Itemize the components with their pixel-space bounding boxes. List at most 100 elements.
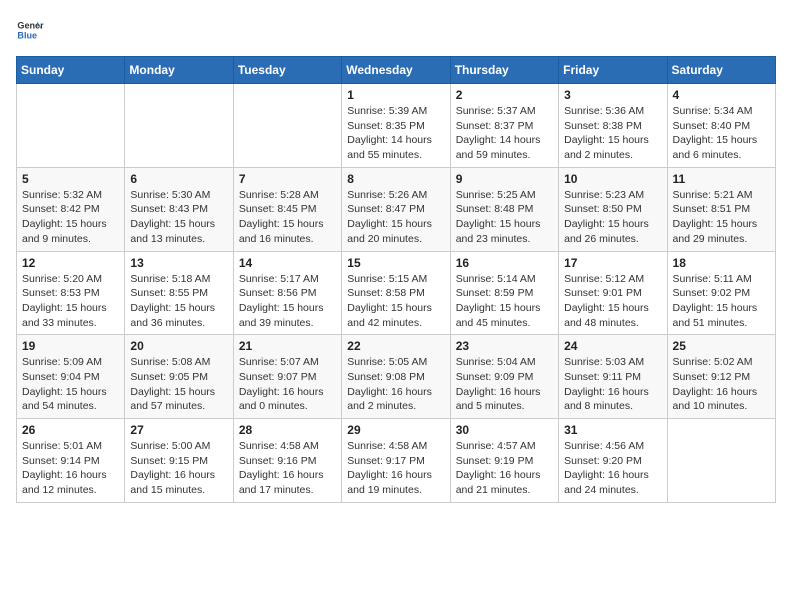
calendar-cell: 5Sunrise: 5:32 AM Sunset: 8:42 PM Daylig… [17,167,125,251]
day-info: Sunrise: 5:00 AM Sunset: 9:15 PM Dayligh… [130,439,227,498]
day-info: Sunrise: 4:57 AM Sunset: 9:19 PM Dayligh… [456,439,553,498]
calendar-week-row: 5Sunrise: 5:32 AM Sunset: 8:42 PM Daylig… [17,167,776,251]
calendar-cell: 23 Sunrise: 5:04 AM Sunset: 9:09 PM Dayli… [450,335,558,419]
day-number: 4 [673,88,770,102]
day-info: Sunrise: 5:17 AM Sunset: 8:56 PM Dayligh… [239,272,336,331]
day-of-week-header: Thursday [450,57,558,84]
svg-text:General: General [17,21,44,31]
calendar-cell: 4 Sunrise: 5:34 AM Sunset: 8:40 PM Daylig… [667,84,775,168]
day-number: 1 [347,88,444,102]
day-info: Sunrise: 5:09 AM Sunset: 9:04 PM Dayligh… [22,355,119,414]
calendar-week-row: 19 Sunrise: 5:09 AM Sunset: 9:04 PM Dayli… [17,335,776,419]
day-info: Sunrise: 5:08 AM Sunset: 9:05 PM Dayligh… [130,355,227,414]
day-info: Sunrise: 5:39 AM Sunset: 8:35 PM Dayligh… [347,104,444,163]
calendar-cell: 19 Sunrise: 5:09 AM Sunset: 9:04 PM Dayli… [17,335,125,419]
calendar-cell [233,84,341,168]
calendar-cell: 18 Sunrise: 5:11 AM Sunset: 9:02 PM Dayli… [667,251,775,335]
day-info: Sunrise: 5:03 AM Sunset: 9:11 PM Dayligh… [564,355,661,414]
day-of-week-header: Wednesday [342,57,450,84]
day-info: Sunrise: 5:25 AM Sunset: 8:48 PM Dayligh… [456,188,553,247]
day-info: Sunrise: 5:26 AM Sunset: 8:47 PM Dayligh… [347,188,444,247]
day-number: 10 [564,172,661,186]
day-info: Sunrise: 5:30 AM Sunset: 8:43 PM Dayligh… [130,188,227,247]
calendar-cell: 31 Sunrise: 4:56 AM Sunset: 9:20 PM Dayli… [559,419,667,503]
calendar-cell: 25Sunrise: 5:02 AM Sunset: 9:12 PM Dayli… [667,335,775,419]
day-info: Sunrise: 5:32 AM Sunset: 8:42 PM Dayligh… [22,188,119,247]
day-of-week-header: Saturday [667,57,775,84]
day-info: Sunrise: 4:56 AM Sunset: 9:20 PM Dayligh… [564,439,661,498]
calendar-cell: 27 Sunrise: 5:00 AM Sunset: 9:15 PM Dayli… [125,419,233,503]
day-number: 15 [347,256,444,270]
calendar-cell: 3Sunrise: 5:36 AM Sunset: 8:38 PM Daylig… [559,84,667,168]
day-of-week-header: Sunday [17,57,125,84]
calendar-cell: 17 Sunrise: 5:12 AM Sunset: 9:01 PM Dayli… [559,251,667,335]
calendar-cell: 29 Sunrise: 4:58 AM Sunset: 9:17 PM Dayli… [342,419,450,503]
day-number: 19 [22,339,119,353]
day-info: Sunrise: 5:05 AM Sunset: 9:08 PM Dayligh… [347,355,444,414]
day-number: 17 [564,256,661,270]
day-info: Sunrise: 4:58 AM Sunset: 9:17 PM Dayligh… [347,439,444,498]
day-number: 8 [347,172,444,186]
day-number: 7 [239,172,336,186]
calendar-cell: 15 Sunrise: 5:15 AM Sunset: 8:58 PM Dayli… [342,251,450,335]
calendar-cell: 14 Sunrise: 5:17 AM Sunset: 8:56 PM Dayli… [233,251,341,335]
day-info: Sunrise: 5:12 AM Sunset: 9:01 PM Dayligh… [564,272,661,331]
day-number: 13 [130,256,227,270]
day-number: 6 [130,172,227,186]
day-info: Sunrise: 5:36 AM Sunset: 8:38 PM Dayligh… [564,104,661,163]
day-number: 18 [673,256,770,270]
day-info: Sunrise: 5:23 AM Sunset: 8:50 PM Dayligh… [564,188,661,247]
calendar-cell: 7 Sunrise: 5:28 AM Sunset: 8:45 PM Daylig… [233,167,341,251]
day-number: 9 [456,172,553,186]
calendar-cell: 22 Sunrise: 5:05 AM Sunset: 9:08 PM Dayli… [342,335,450,419]
day-number: 23 [456,339,553,353]
day-number: 29 [347,423,444,437]
calendar-week-row: 1 Sunrise: 5:39 AM Sunset: 8:35 PM Daylig… [17,84,776,168]
header: General Blue [16,16,776,44]
day-number: 31 [564,423,661,437]
day-info: Sunrise: 5:01 AM Sunset: 9:14 PM Dayligh… [22,439,119,498]
calendar-cell [667,419,775,503]
day-number: 24 [564,339,661,353]
calendar-cell: 28Sunrise: 4:58 AM Sunset: 9:16 PM Dayli… [233,419,341,503]
day-number: 30 [456,423,553,437]
calendar: SundayMondayTuesdayWednesdayThursdayFrid… [16,56,776,503]
logo-icon: General Blue [16,16,44,44]
day-info: Sunrise: 5:15 AM Sunset: 8:58 PM Dayligh… [347,272,444,331]
calendar-cell [125,84,233,168]
svg-text:Blue: Blue [17,30,37,40]
calendar-cell: 1 Sunrise: 5:39 AM Sunset: 8:35 PM Daylig… [342,84,450,168]
day-number: 21 [239,339,336,353]
calendar-cell: 24 Sunrise: 5:03 AM Sunset: 9:11 PM Dayli… [559,335,667,419]
day-info: Sunrise: 5:07 AM Sunset: 9:07 PM Dayligh… [239,355,336,414]
calendar-week-row: 12Sunrise: 5:20 AM Sunset: 8:53 PM Dayli… [17,251,776,335]
day-info: Sunrise: 5:11 AM Sunset: 9:02 PM Dayligh… [673,272,770,331]
day-number: 16 [456,256,553,270]
calendar-header-row: SundayMondayTuesdayWednesdayThursdayFrid… [17,57,776,84]
day-info: Sunrise: 5:04 AM Sunset: 9:09 PM Dayligh… [456,355,553,414]
day-info: Sunrise: 5:34 AM Sunset: 8:40 PM Dayligh… [673,104,770,163]
day-number: 14 [239,256,336,270]
calendar-cell [17,84,125,168]
calendar-cell: 16Sunrise: 5:14 AM Sunset: 8:59 PM Dayli… [450,251,558,335]
day-info: Sunrise: 5:21 AM Sunset: 8:51 PM Dayligh… [673,188,770,247]
day-number: 22 [347,339,444,353]
calendar-cell: 8 Sunrise: 5:26 AM Sunset: 8:47 PM Daylig… [342,167,450,251]
day-info: Sunrise: 4:58 AM Sunset: 9:16 PM Dayligh… [239,439,336,498]
calendar-cell: 30 Sunrise: 4:57 AM Sunset: 9:19 PM Dayli… [450,419,558,503]
day-info: Sunrise: 5:28 AM Sunset: 8:45 PM Dayligh… [239,188,336,247]
day-info: Sunrise: 5:18 AM Sunset: 8:55 PM Dayligh… [130,272,227,331]
day-of-week-header: Tuesday [233,57,341,84]
day-number: 12 [22,256,119,270]
calendar-cell: 6 Sunrise: 5:30 AM Sunset: 8:43 PM Daylig… [125,167,233,251]
calendar-cell: 11Sunrise: 5:21 AM Sunset: 8:51 PM Dayli… [667,167,775,251]
calendar-cell: 2Sunrise: 5:37 AM Sunset: 8:37 PM Daylig… [450,84,558,168]
day-number: 27 [130,423,227,437]
day-of-week-header: Monday [125,57,233,84]
calendar-week-row: 26Sunrise: 5:01 AM Sunset: 9:14 PM Dayli… [17,419,776,503]
day-number: 2 [456,88,553,102]
calendar-cell: 12Sunrise: 5:20 AM Sunset: 8:53 PM Dayli… [17,251,125,335]
calendar-cell: 9 Sunrise: 5:25 AM Sunset: 8:48 PM Daylig… [450,167,558,251]
calendar-cell: 20 Sunrise: 5:08 AM Sunset: 9:05 PM Dayli… [125,335,233,419]
day-number: 20 [130,339,227,353]
